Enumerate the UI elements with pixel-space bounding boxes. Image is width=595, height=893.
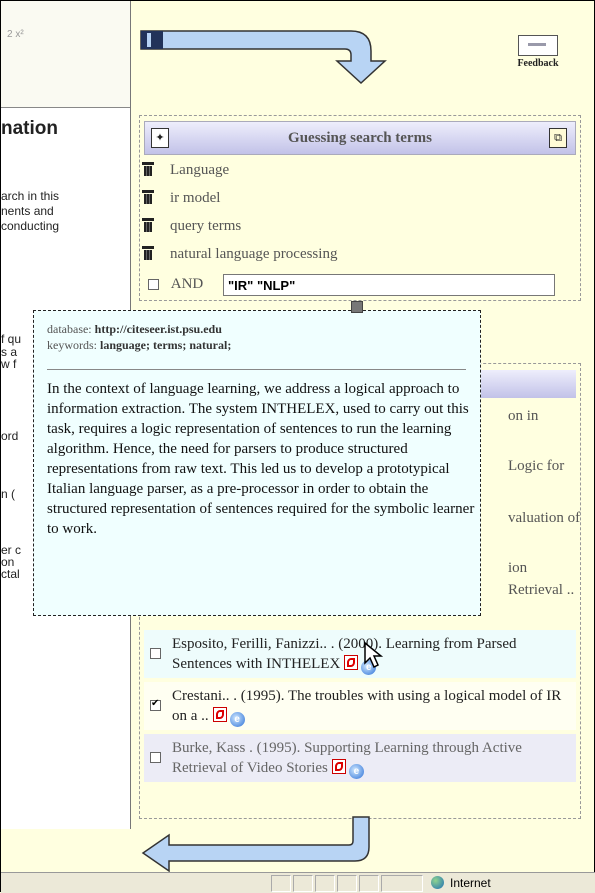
term-row: natural language processing (142, 246, 337, 268)
database-label: database: (47, 322, 92, 336)
document-fragment: ord (1, 429, 19, 443)
tooltip-meta: database: http://citeseer.ist.psu.edu ke… (47, 321, 231, 353)
result-partial-text: on in (508, 408, 539, 424)
document-fragment: w f (1, 357, 17, 371)
status-bar: Internet (1, 872, 595, 893)
document-fragment: ctal (1, 567, 20, 581)
zone-label: Internet (450, 876, 491, 890)
trash-icon[interactable] (142, 190, 154, 204)
tooltip-abstract: In the context of language learning, we … (47, 381, 475, 537)
status-pane (359, 875, 379, 892)
result-partial-text: Logic for (508, 458, 565, 474)
and-label: AND (170, 276, 204, 292)
pdf-icon[interactable] (212, 707, 227, 722)
feedback-label: Feedback (517, 58, 559, 69)
globe-icon (431, 876, 444, 889)
back-arrow-icon[interactable] (141, 815, 377, 873)
status-pane (381, 875, 423, 892)
document-fragment: n ( (1, 487, 16, 501)
tooltip-divider (47, 369, 466, 370)
keywords-label: keywords: (47, 338, 97, 352)
trash-icon[interactable] (142, 246, 154, 260)
term-row: query terms (142, 218, 241, 240)
cursor-icon (364, 641, 384, 669)
guessing-terms-title: Guessing search terms (288, 130, 432, 146)
result-checkbox[interactable] (150, 698, 161, 711)
result-checkbox[interactable] (150, 752, 161, 763)
result-item[interactable]: Esposito, Ferilli, Fanizzi.. . (2000). L… (144, 630, 576, 678)
pdf-icon[interactable] (331, 759, 346, 774)
guessing-terms-header: ✦ Guessing search terms ⧉ (144, 121, 576, 155)
status-pane (337, 875, 357, 892)
status-pane (271, 875, 291, 892)
document-line: nents and (1, 204, 54, 218)
browser-icon[interactable]: e (229, 712, 245, 727)
keywords-value: language; terms; natural; (100, 338, 232, 352)
result-partial-text: ion (508, 560, 528, 576)
term-label: natural language processing (170, 246, 338, 262)
result-partial-text: Retrieval .. (508, 582, 575, 598)
guessing-terms-panel: ✦ Guessing search terms ⧉ Language ir mo… (139, 115, 581, 301)
and-checkbox[interactable] (148, 279, 159, 291)
document-line: conducting (1, 219, 60, 233)
and-row: AND (148, 276, 203, 293)
abstract-tooltip: database: http://citeseer.ist.psu.edu ke… (33, 310, 481, 616)
status-pane (293, 875, 313, 892)
result-checkbox[interactable] (150, 648, 161, 659)
document-toolbar: 2 x² (1, 1, 130, 108)
term-label: ir model (170, 190, 221, 206)
drag-handle-icon[interactable] (351, 301, 363, 313)
query-input[interactable]: "IR" "NLP" (223, 274, 555, 296)
status-pane (315, 875, 335, 892)
result-item[interactable]: Crestani.. . (1995). The troubles with u… (144, 682, 576, 730)
document-text: arch in this nents and conducting (1, 189, 59, 234)
result-item[interactable]: Burke, Kass . (1995). Supporting Learnin… (144, 734, 576, 782)
document-line: arch in this (1, 189, 60, 203)
trash-icon[interactable] (142, 218, 154, 232)
term-label: query terms (170, 218, 242, 234)
toolbar-glyphs: 2 x² (7, 29, 24, 40)
term-label: Language (170, 162, 230, 178)
result-text[interactable]: Burke, Kass . (1995). Supporting Learnin… (172, 740, 522, 776)
result-partial-text: valuation of (508, 510, 581, 526)
envelope-icon (518, 35, 558, 56)
browser-icon[interactable]: e (348, 764, 364, 779)
feedback-button[interactable]: Feedback (504, 35, 572, 69)
database-value: http://citeseer.ist.psu.edu (94, 322, 222, 336)
trash-icon[interactable] (142, 162, 154, 176)
toggle-icon[interactable]: ⧉ (549, 128, 567, 148)
document-heading: nation (1, 118, 58, 139)
document-fragment: f qu (1, 332, 22, 346)
term-row: ir model (142, 190, 220, 212)
term-row: Language (142, 162, 229, 184)
security-zone: Internet (431, 876, 491, 890)
pdf-icon[interactable] (344, 655, 359, 670)
down-arrow-icon[interactable] (139, 29, 387, 85)
